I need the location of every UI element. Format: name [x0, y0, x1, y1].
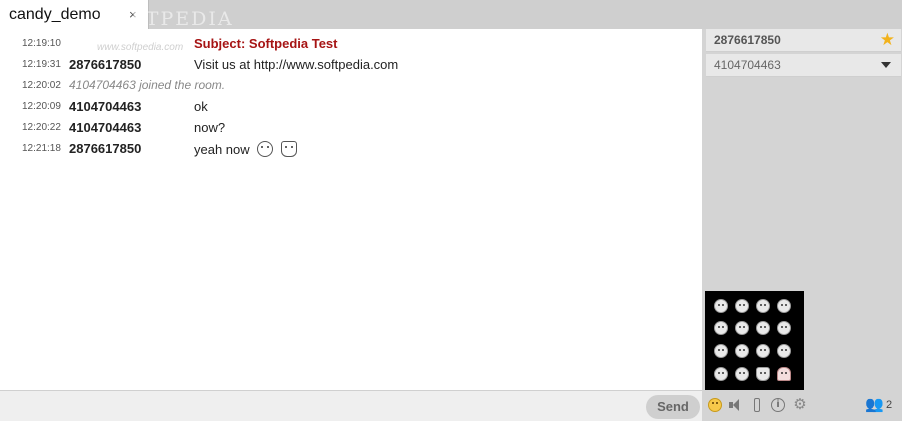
message-row: 12:19:10 www.softpedia.com Subject: Soft… [0, 34, 702, 54]
status-message-icon[interactable]: i [771, 398, 785, 412]
caret-down-icon[interactable] [881, 62, 891, 68]
smile-icon[interactable] [714, 299, 728, 313]
emoticons-icon[interactable] [708, 398, 722, 412]
close-icon[interactable]: × [129, 7, 137, 22]
cat-icon [280, 141, 297, 157]
message-text: yeah now [194, 142, 250, 157]
message-row: 12:20:02 4104704463 joined the room. [0, 76, 702, 96]
neutral-icon[interactable] [714, 344, 728, 358]
innocent-icon[interactable] [735, 367, 749, 381]
message-time: 12:19:10 [22, 38, 61, 49]
laugh-icon[interactable] [735, 344, 749, 358]
message-input-bar[interactable]: Send [0, 390, 702, 421]
room-subject: Subject: Softpedia Test [194, 36, 338, 51]
roster-item[interactable]: 4104704463 [706, 54, 901, 77]
message-time: 12:21:18 [22, 143, 61, 154]
message-row: 12:20:09 4104704463 ok [0, 97, 702, 117]
glasses-icon[interactable] [714, 367, 728, 381]
star-icon: ★ [879, 30, 895, 49]
message-time: 12:19:31 [22, 59, 61, 70]
sad-icon[interactable] [714, 321, 728, 335]
roster-item[interactable]: 2876617850 ★ [706, 29, 901, 52]
message-time: 12:20:22 [22, 122, 61, 133]
sound-icon[interactable] [729, 398, 743, 412]
tab-candy-demo[interactable]: candy_demo × [0, 0, 149, 29]
message-time: 12:20:09 [22, 101, 61, 112]
message-text: now? [194, 120, 226, 135]
angry-icon[interactable] [735, 321, 749, 335]
watermark-small: www.softpedia.com [97, 42, 184, 53]
tab-bar: candy_demo × SOFTPEDIA [0, 0, 902, 30]
message-row: 12:19:31 2876617850 Visit us at http://w… [0, 55, 702, 75]
message-pane: 12:19:10 www.softpedia.com Subject: Soft… [0, 29, 702, 390]
tab-label: candy_demo [9, 6, 101, 23]
toolbar: i ⚙ 👥 2 [703, 390, 902, 421]
grin-icon[interactable] [756, 299, 770, 313]
roster-user-name: 4104704463 [714, 58, 781, 72]
devil-icon[interactable] [756, 367, 770, 381]
autoscroll-icon[interactable] [754, 398, 760, 412]
wink-icon[interactable] [735, 299, 749, 313]
happy-icon[interactable] [777, 299, 791, 313]
message-user[interactable]: 2876617850 [69, 141, 141, 156]
smile-icon [257, 141, 274, 157]
user-count: 2 [886, 399, 893, 411]
message-row: 12:21:18 2876617850 yeah now [0, 139, 702, 159]
send-button[interactable]: Send [646, 395, 700, 419]
shock-icon[interactable] [777, 344, 791, 358]
tongue-icon[interactable] [777, 321, 791, 335]
message-text-wrap: yeah now [194, 141, 297, 157]
message-time: 12:20:02 [22, 80, 61, 91]
emoticon-picker [705, 291, 804, 390]
message-row: 12:20:22 4104704463 now? [0, 118, 702, 138]
settings-icon[interactable]: ⚙ [793, 397, 807, 412]
message-text: ok [194, 99, 208, 114]
message-user[interactable]: 2876617850 [69, 57, 141, 72]
surprised-icon[interactable] [756, 321, 770, 335]
cool-icon[interactable] [756, 344, 770, 358]
message-user[interactable]: 4104704463 [69, 99, 141, 114]
message-user[interactable]: 4104704463 [69, 120, 141, 135]
roster-user-name: 2876617850 [714, 33, 781, 47]
message-text: Visit us at http://www.softpedia.com [194, 57, 399, 72]
heart-icon[interactable] [777, 367, 791, 381]
users-icon[interactable]: 👥 [865, 397, 884, 412]
info-message: 4104704463 joined the room. [69, 78, 226, 92]
